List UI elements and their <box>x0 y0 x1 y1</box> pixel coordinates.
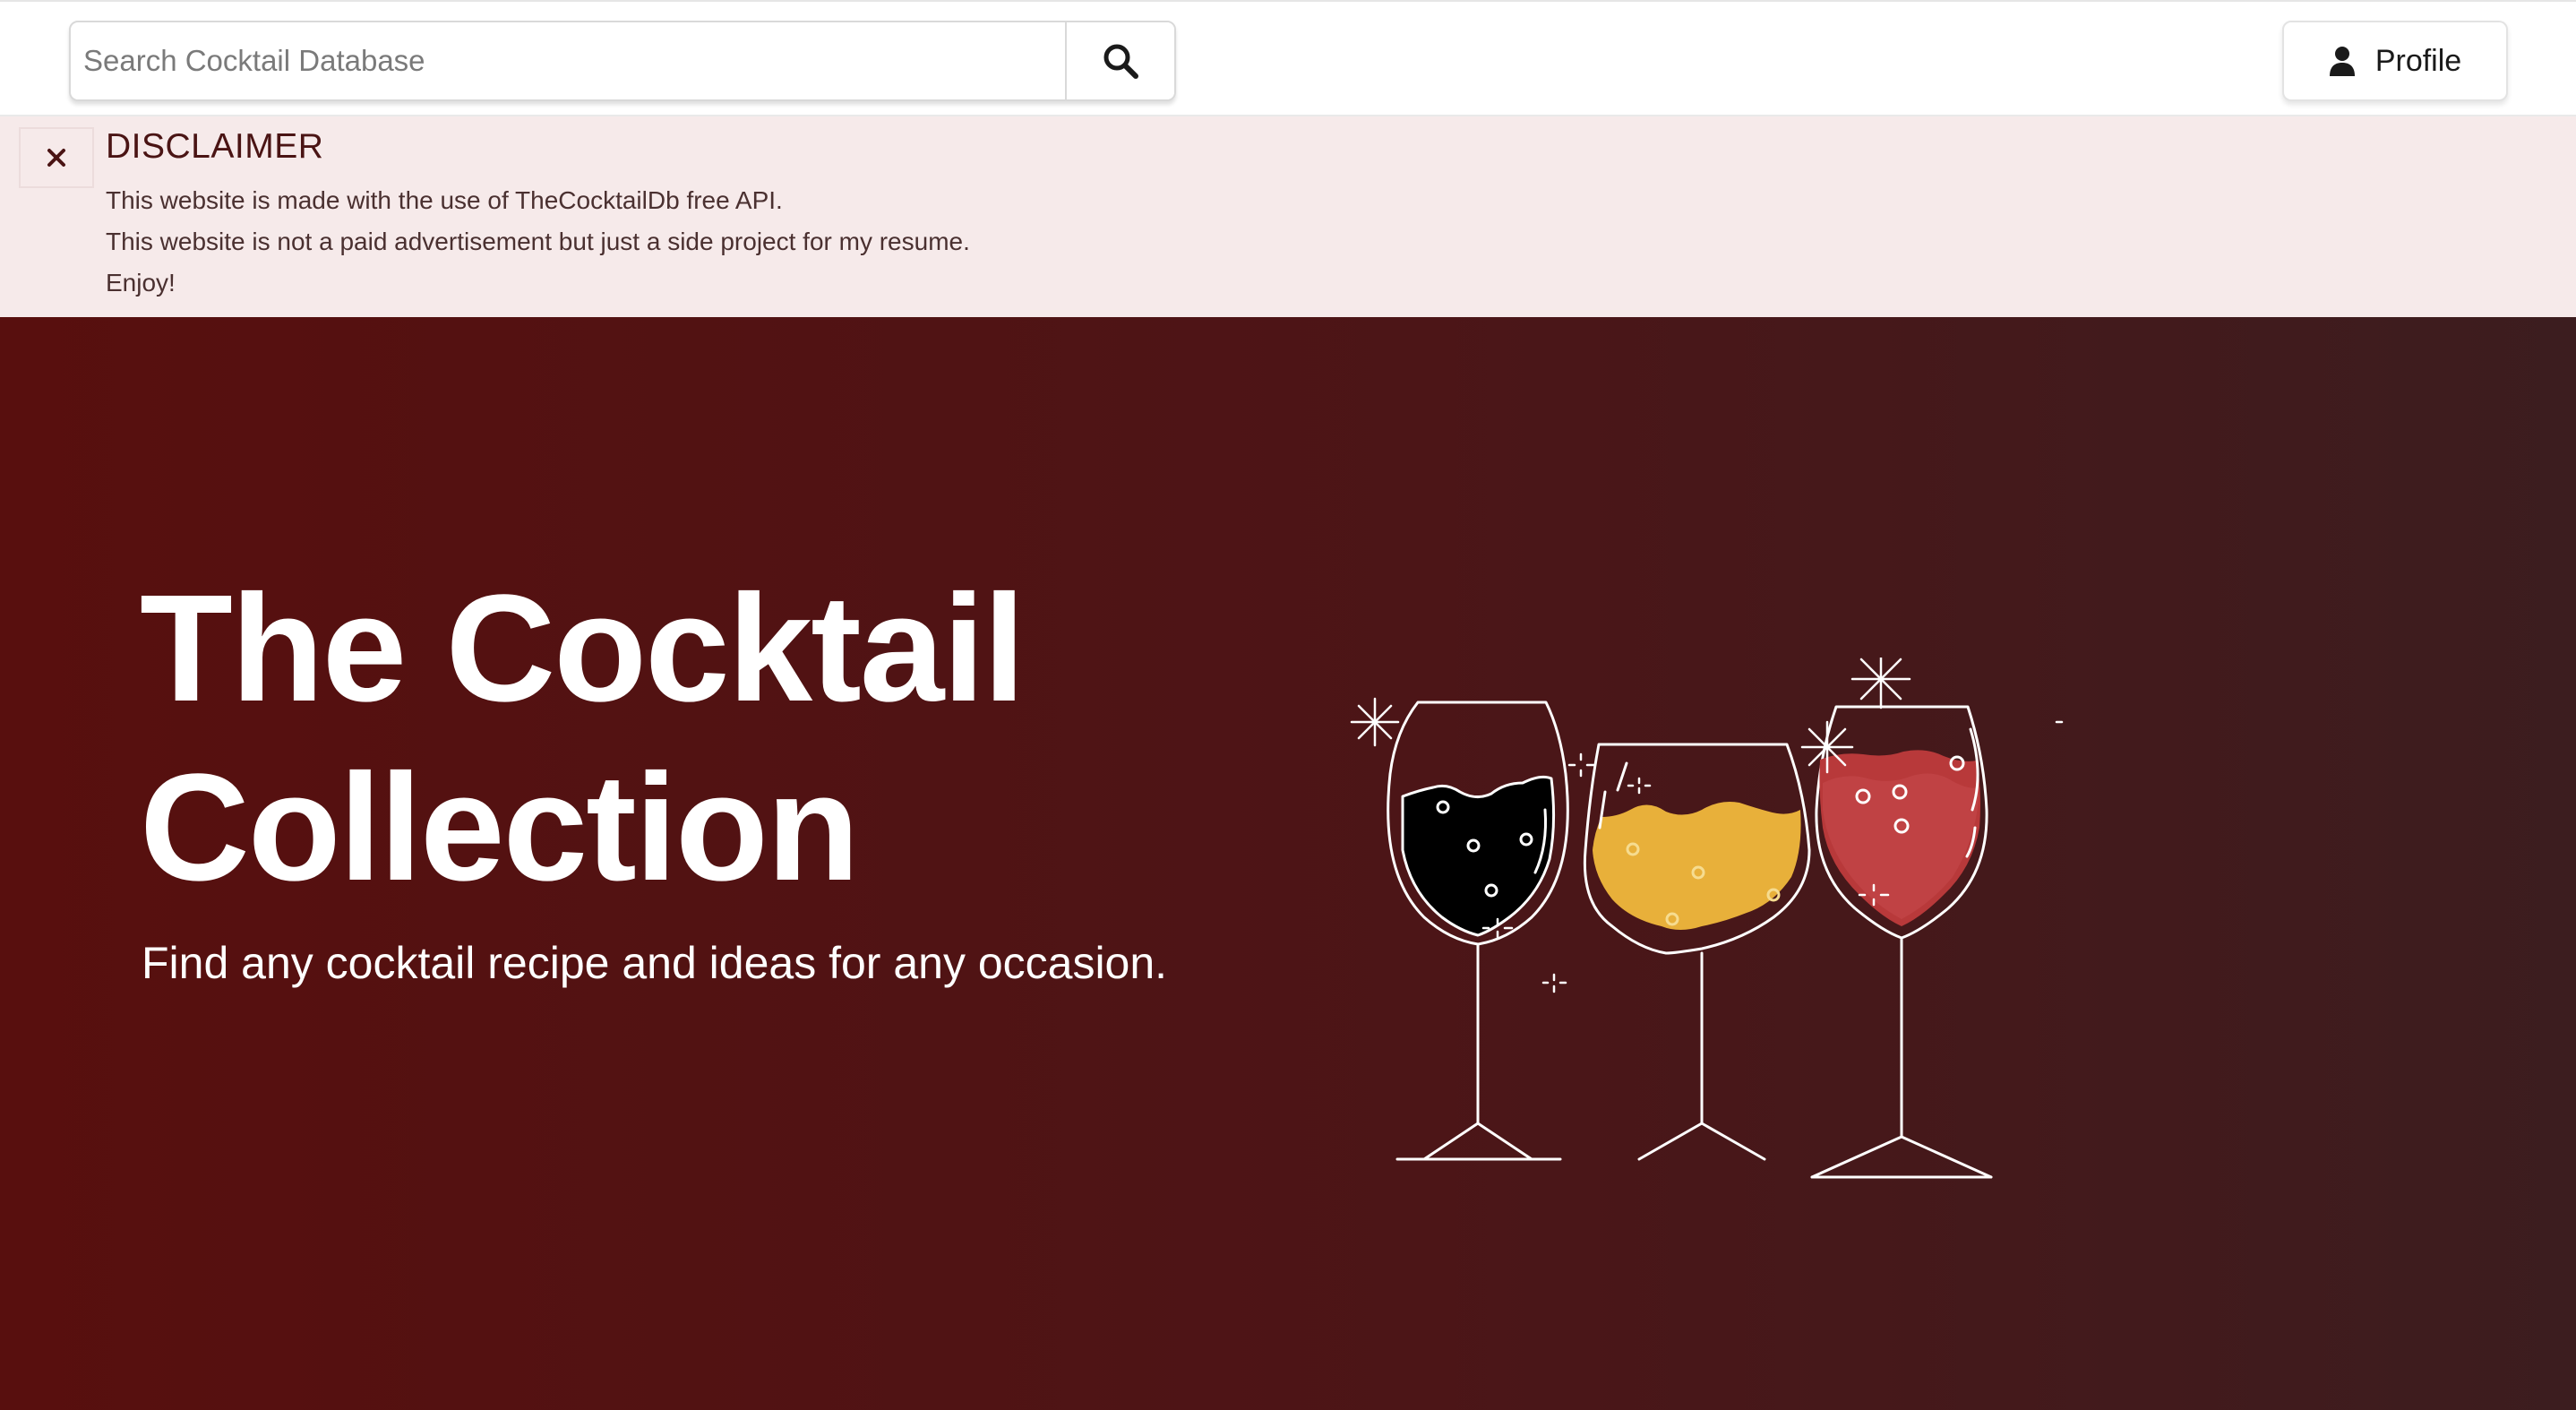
disclaimer-banner: DISCLAIMER This website is made with the… <box>0 116 2576 317</box>
profile-label: Profile <box>2374 43 2462 78</box>
user-icon <box>2329 47 2355 76</box>
top-bar: Profile <box>0 0 2576 116</box>
glass-black-drink <box>1387 701 1569 1161</box>
search-icon <box>1103 44 1138 79</box>
disclaimer-title: DISCLAIMER <box>106 127 324 166</box>
disclaimer-line: This website is not a paid advertisement… <box>106 228 970 255</box>
disclaimer-line: This website is made with the use of The… <box>106 186 783 214</box>
close-icon <box>47 149 65 167</box>
profile-button[interactable]: Profile <box>2282 21 2508 101</box>
hero-section: The Cocktail Collection Find any cocktai… <box>0 317 2576 1410</box>
glass-red-drink <box>1810 705 1993 1179</box>
search-button[interactable] <box>1065 22 1174 99</box>
hero-title: The Cocktail Collection <box>140 563 1026 913</box>
disclaimer-close-button[interactable] <box>19 127 94 188</box>
glass-yellow-drink <box>1583 743 1811 1161</box>
wine-glasses-illustration <box>1350 658 2064 1179</box>
search-input[interactable] <box>71 22 1065 99</box>
disclaimer-line: Enjoy! <box>106 269 176 297</box>
hero-subtitle: Find any cocktail recipe and ideas for a… <box>142 938 1168 988</box>
search-bar <box>69 21 1176 101</box>
